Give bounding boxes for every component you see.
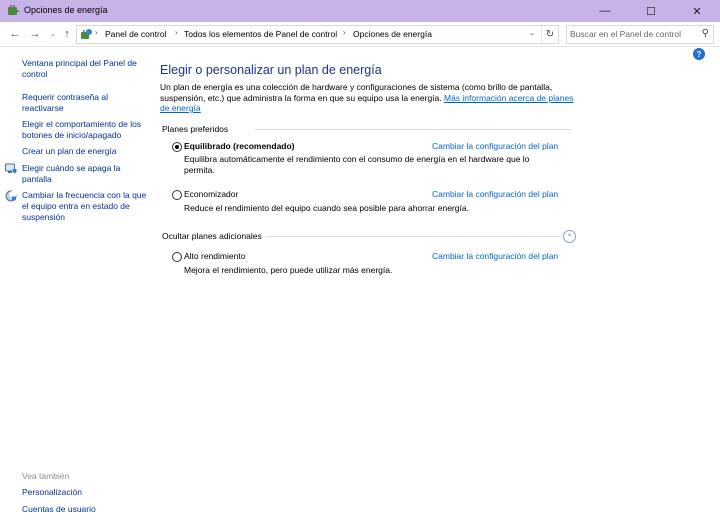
sidebar-link-user-accounts[interactable]: Cuentas de usuario: [22, 504, 147, 515]
chevron-up-icon: ⌃: [566, 233, 573, 241]
search-box[interactable]: ⚲: [566, 25, 714, 44]
change-plan-settings-link[interactable]: Cambiar la configuración del plan: [432, 189, 558, 199]
search-icon[interactable]: ⚲: [702, 28, 709, 39]
close-icon: ✕: [692, 5, 702, 18]
control-panel-icon: [81, 29, 92, 39]
close-button[interactable]: ✕: [674, 0, 720, 22]
breadcrumb-all-items[interactable]: Todos los elementos de Panel de control: [184, 29, 337, 39]
change-plan-settings-link[interactable]: Cambiar la configuración del plan: [432, 141, 558, 151]
sidebar-link-create-plan[interactable]: Crear un plan de energía: [22, 146, 147, 157]
plan-name-high-performance[interactable]: Alto rendimiento: [184, 251, 245, 261]
plan-description-high-performance: Mejora el rendimiento, pero puede utiliz…: [184, 265, 393, 275]
sidebar-link-control-panel-home[interactable]: Ventana principal del Panel de control: [22, 58, 147, 80]
plan-radio-power-saver[interactable]: [172, 190, 182, 200]
help-icon[interactable]: ?: [693, 48, 705, 60]
forward-arrow-icon: →: [29, 28, 41, 40]
breadcrumb-separator: ›: [175, 28, 178, 37]
power-options-icon: [8, 5, 19, 15]
chevron-down-icon: ⌄: [50, 31, 56, 38]
plan-name-balanced[interactable]: Equilibrado (recomendado): [184, 141, 295, 151]
address-dropdown-icon[interactable]: ⌄: [529, 29, 535, 37]
breadcrumb-control-panel[interactable]: Panel de control: [105, 29, 166, 39]
forward-button[interactable]: →: [28, 27, 42, 41]
sidebar-link-sleep-frequency[interactable]: Cambiar la frecuencia con la que el equi…: [22, 190, 147, 223]
plan-radio-high-performance[interactable]: [172, 252, 182, 262]
plan-description-power-saver: Reduce el rendimiento del equipo cuando …: [184, 203, 469, 213]
maximize-button[interactable]: ☐: [628, 0, 674, 22]
sidebar-link-power-buttons[interactable]: Elegir el comportamiento de los botones …: [22, 119, 147, 141]
address-bar: ← → ⌄ ↑ › Panel de control › Todos los e…: [0, 22, 720, 47]
moon-shield-icon: [5, 190, 17, 202]
plan-name-power-saver[interactable]: Economizador: [184, 189, 238, 199]
preferred-plans-label: Planes preferidos: [162, 124, 229, 134]
window-title: Opciones de energía: [24, 5, 108, 15]
breadcrumb-separator: ›: [95, 28, 98, 37]
breadcrumb-power-options[interactable]: Opciones de energía: [353, 29, 432, 39]
maximize-icon: ☐: [646, 5, 656, 18]
display-shield-icon: [5, 163, 17, 174]
up-arrow-icon: ↑: [64, 28, 70, 40]
back-arrow-icon: ←: [9, 28, 21, 40]
section-divider: [266, 236, 561, 237]
up-button[interactable]: ↑: [60, 27, 74, 41]
title-bar: Opciones de energía — ☐ ✕: [0, 0, 720, 22]
plan-description-balanced: Equilibra automáticamente el rendimiento…: [184, 154, 530, 175]
plan-radio-balanced[interactable]: [172, 142, 182, 152]
refresh-button[interactable]: ↻: [541, 26, 558, 43]
minimize-icon: —: [599, 5, 611, 17]
sidebar-link-require-password[interactable]: Requerir contraseña al reactivarse: [22, 92, 147, 114]
sidebar: Ventana principal del Panel de control R…: [0, 46, 150, 529]
minimize-button[interactable]: —: [582, 0, 628, 22]
hide-additional-plans-label[interactable]: Ocultar planes adicionales: [162, 231, 262, 241]
search-input[interactable]: [570, 27, 690, 41]
page-title: Elegir o personalizar un plan de energía: [160, 63, 382, 77]
intro-text: Un plan de energía es una colección de h…: [160, 82, 580, 114]
change-plan-settings-link[interactable]: Cambiar la configuración del plan: [432, 251, 558, 261]
refresh-icon: ↻: [545, 29, 555, 40]
sidebar-link-personalization[interactable]: Personalización: [22, 487, 147, 498]
collapse-button[interactable]: ⌃: [563, 230, 576, 243]
section-divider: [255, 129, 572, 130]
see-also-label: Vea también: [22, 471, 70, 481]
back-button[interactable]: ←: [8, 27, 22, 41]
address-box[interactable]: › Panel de control › Todos los elementos…: [76, 25, 559, 44]
breadcrumb-separator: ›: [343, 28, 346, 37]
recent-locations-button[interactable]: ⌄: [46, 27, 60, 41]
sidebar-link-display-off[interactable]: Elegir cuándo se apaga la pantalla: [22, 163, 147, 185]
